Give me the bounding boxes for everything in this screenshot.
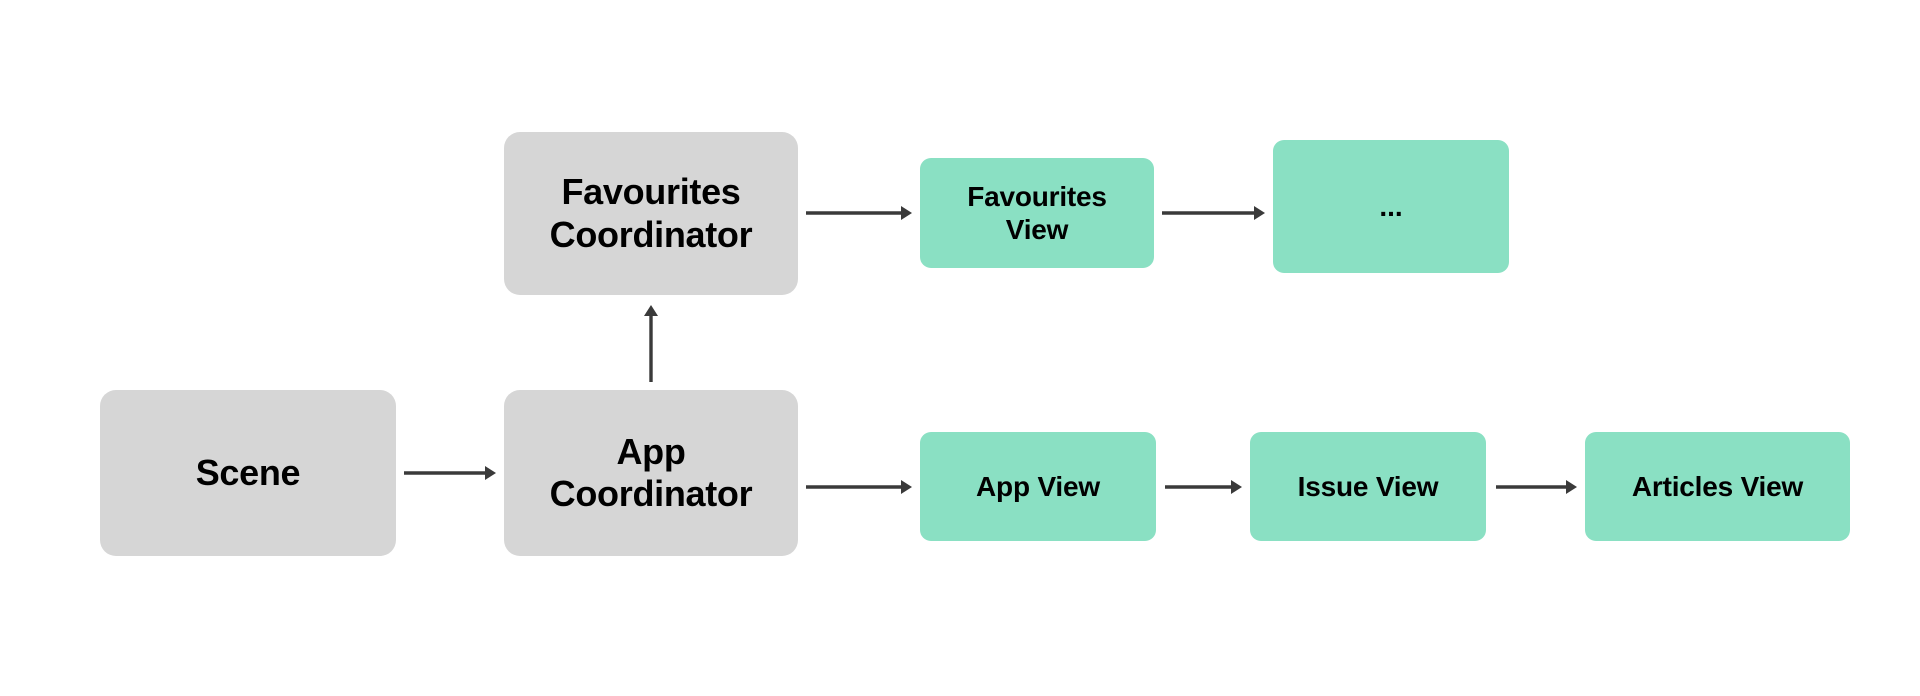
arrow-app-coordinator-to-app-view xyxy=(792,473,926,501)
node-label-scene: Scene xyxy=(195,451,301,493)
node-label-favourites-view: Favourites View xyxy=(967,180,1107,245)
node-favourites-more[interactable]: ... xyxy=(1273,140,1509,273)
arrow-head-icon xyxy=(1566,480,1577,494)
arrow-app-view-to-issue-view xyxy=(1151,473,1256,501)
node-label-issue-view: Issue View xyxy=(1297,470,1439,502)
node-label-app-view: App View xyxy=(976,470,1100,502)
node-scene[interactable]: Scene xyxy=(100,390,396,556)
arrow-head-icon xyxy=(1254,206,1265,220)
node-app-coordinator[interactable]: App Coordinator xyxy=(504,390,798,556)
arrow-head-icon xyxy=(901,206,912,220)
arrow-issue-view-to-articles-view xyxy=(1482,473,1591,501)
node-app-view[interactable]: App View xyxy=(920,432,1156,541)
node-articles-view[interactable]: Articles View xyxy=(1585,432,1850,541)
architecture-diagram-canvas: Favourites Coordinator Favourites View...… xyxy=(0,0,1920,696)
arrow-favourites-coordinator-to-favourites-view xyxy=(792,199,926,227)
node-label-app-coordinator: App Coordinator xyxy=(549,430,753,514)
node-issue-view[interactable]: Issue View xyxy=(1250,432,1486,541)
arrow-app-coordinator-to-favourites-coordinator xyxy=(637,291,665,396)
arrow-head-icon xyxy=(1231,480,1242,494)
node-favourites-view[interactable]: Favourites View xyxy=(920,158,1154,268)
node-label-articles-view: Articles View xyxy=(1631,470,1804,502)
arrow-scene-to-app-coordinator xyxy=(390,459,510,487)
arrow-head-icon xyxy=(901,480,912,494)
node-label-favourites-more: ... xyxy=(1379,190,1403,222)
arrow-head-icon xyxy=(485,466,496,480)
arrow-head-icon xyxy=(644,305,658,316)
node-label-favourites-coordinator: Favourites Coordinator xyxy=(549,171,753,255)
arrow-favourites-view-to-more xyxy=(1148,199,1279,227)
node-favourites-coordinator[interactable]: Favourites Coordinator xyxy=(504,132,798,295)
